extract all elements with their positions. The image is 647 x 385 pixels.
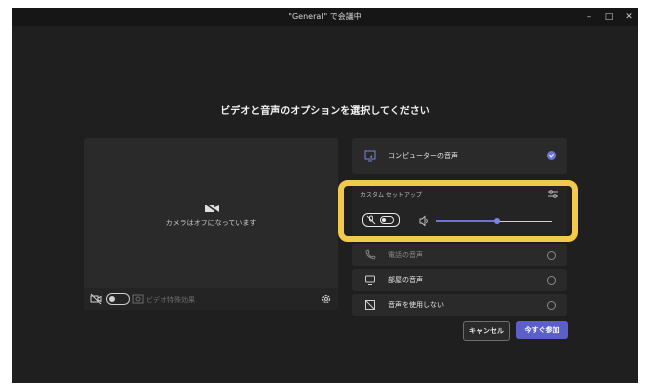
radio-unselected[interactable] [547, 301, 556, 310]
computer-audio-icon [364, 150, 376, 162]
highlight-box [338, 180, 578, 242]
audio-option-room[interactable]: 部屋の音声 [352, 269, 567, 291]
audio-option-computer[interactable]: コンピューターの音声 [352, 138, 567, 174]
camera-icon [90, 293, 102, 305]
room-icon [365, 275, 375, 285]
radio-unselected[interactable] [547, 251, 556, 260]
audio-option-label: 音声を使用しない [388, 301, 444, 309]
audio-option-label: コンピューターの音声 [388, 152, 458, 160]
phone-icon [365, 249, 376, 260]
radio-selected[interactable] [547, 151, 556, 160]
toggle-knob [109, 296, 115, 302]
camera-toggle[interactable] [106, 293, 130, 305]
minimize-button[interactable]: – [582, 10, 596, 24]
camera-off-icon [204, 202, 220, 214]
audio-option-none[interactable]: 音声を使用しない [352, 294, 567, 316]
no-audio-icon [365, 300, 375, 310]
maximize-button[interactable]: □ [602, 10, 616, 24]
audio-options-panel: コンピューターの音声 カスタム セットアップ 電話の音声 部屋の音声 音声を使用… [338, 138, 578, 316]
teams-window: "General" で会議中 – □ ✕ ビデオと音声のオプションを選択してくだ… [12, 8, 638, 383]
audio-option-phone[interactable]: 電話の音声 [352, 244, 567, 266]
radio-unselected[interactable] [547, 276, 556, 285]
close-button[interactable]: ✕ [622, 10, 636, 24]
window-title: "General" で会議中 [288, 12, 362, 21]
video-effects-label[interactable]: ビデオ特殊効果 [146, 295, 195, 305]
cancel-button[interactable]: キャンセル [463, 321, 510, 341]
join-now-button[interactable]: 今すぐ参加 [516, 321, 568, 339]
gear-icon[interactable] [320, 293, 332, 305]
effects-icon [132, 294, 144, 304]
audio-option-label: 電話の音声 [388, 251, 423, 259]
page-title: ビデオと音声のオプションを選択してください [220, 106, 430, 117]
camera-off-text: カメラはオフになっています [165, 219, 257, 227]
title-bar: "General" で会議中 – □ ✕ [12, 8, 638, 26]
custom-setup-panel: カスタム セットアップ [338, 180, 578, 242]
video-preview: カメラはオフになっています ビデオ特殊効果 [84, 138, 338, 310]
audio-option-label: 部屋の音声 [388, 276, 423, 284]
video-controls-bar: ビデオ特殊効果 [84, 288, 338, 310]
